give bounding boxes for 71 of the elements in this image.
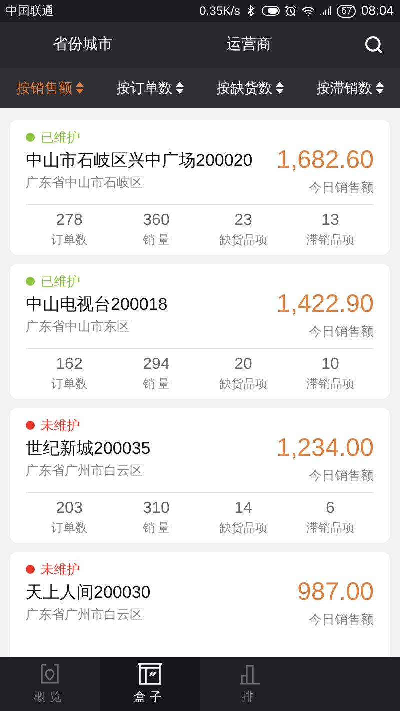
stat-value: 10 (322, 355, 340, 375)
store-card[interactable]: 已维护 中山市石岐区兴中广场200020 广东省中山市石岐区 1,682.60 今日销售额 278 订单数 360 销 量 23 缺货品项 13 滞销品项 (10, 120, 390, 255)
cabinet-icon (137, 662, 163, 686)
store-address: 广东省中山市石岐区 (26, 174, 144, 190)
stat-label: 销 量 (142, 520, 170, 537)
maintenance-status: 未维护 (41, 417, 80, 435)
sort-icon (376, 82, 384, 94)
store-card[interactable]: 已维护 中山电视台200018 广东省中山市东区 1,422.90 今日销售额 162 订单数 294 销 量 20 缺货品项 10 滞销品项 (10, 264, 390, 399)
stat-label: 订单数 (52, 520, 88, 537)
store-name: 中山电视台200018 (26, 294, 168, 316)
signal-icon (320, 5, 332, 17)
sales-label: 今日销售额 (309, 467, 374, 484)
clock-time: 08:04 (361, 2, 394, 20)
stat-label: 销 量 (142, 376, 170, 393)
toggle-icon (262, 6, 280, 16)
sort-tab[interactable]: 按缺货数 (200, 78, 300, 98)
stat-label: 滞销品项 (306, 520, 354, 537)
stat-value: 278 (56, 211, 83, 231)
store-address: 广东省中山市东区 (26, 318, 131, 334)
store-name: 中山市石岐区兴中广场200020 (26, 150, 253, 172)
store-card[interactable]: 未维护 天上人间200030 广东省广州市白云区 987.00 今日销售额 (10, 552, 390, 657)
sort-icon (276, 82, 284, 94)
store-address: 广东省广州市白云区 (26, 462, 144, 478)
store-name: 天上人间200030 (26, 582, 151, 604)
stat-value: 20 (234, 355, 252, 375)
stat-value: 203 (56, 499, 83, 519)
sales-label: 今日销售额 (309, 179, 374, 196)
battery-level: 67 (337, 4, 356, 18)
store-card[interactable]: 未维护 世纪新城200035 广东省广州市白云区 1,234.00 今日销售额 203 订单数 310 销 量 14 缺货品项 6 滞销品项 (10, 408, 390, 543)
stat-label: 缺货品项 (220, 232, 268, 249)
stat-label: 订单数 (52, 232, 88, 249)
stat-value: 23 (234, 211, 252, 231)
network-speed: 0.35K/s (200, 3, 240, 20)
stat-label: 销 量 (142, 232, 170, 249)
stat-value: 294 (143, 355, 170, 375)
sort-tab[interactable]: 按订单数 (100, 78, 200, 98)
stat-value: 14 (234, 499, 252, 519)
sales-label: 今日销售额 (309, 611, 374, 628)
maintenance-status: 已维护 (41, 129, 80, 147)
maintenance-status: 未维护 (41, 561, 80, 579)
wifi-icon (302, 4, 316, 18)
stat-value: 162 (56, 355, 83, 375)
store-name: 世纪新城200035 (26, 438, 151, 460)
maintenance-status: 已维护 (41, 273, 80, 291)
sales-label: 今日销售额 (309, 323, 374, 340)
stat-label: 缺货品项 (220, 520, 268, 537)
sort-icon (176, 82, 184, 94)
sort-tab[interactable]: 按销售额 (0, 78, 100, 98)
stat-label: 缺货品项 (220, 376, 268, 393)
bar-chart-icon (238, 662, 262, 686)
sort-icon (76, 82, 84, 94)
store-address: 广东省广州市白云区 (26, 606, 144, 622)
alarm-icon (285, 5, 298, 17)
stat-label: 滞销品项 (306, 232, 354, 249)
stat-value: 310 (143, 499, 170, 519)
stat-value: 13 (322, 211, 340, 231)
sort-tab[interactable]: 按滞销数 (300, 78, 400, 98)
stat-label: 订单数 (52, 376, 88, 393)
stat-label: 滞销品项 (306, 376, 354, 393)
stat-value: 6 (326, 499, 335, 519)
sales-amount: 1,234.00 (276, 432, 374, 464)
sales-amount: 987.00 (298, 576, 374, 608)
search-icon[interactable] (364, 35, 384, 55)
header-tab[interactable]: 省份城市 (0, 34, 166, 56)
stat-value: 360 (143, 211, 170, 231)
carrier-name: 中国联通 (6, 3, 54, 20)
sales-amount: 1,422.90 (276, 288, 374, 320)
bottom-tab[interactable]: 盒子 (100, 657, 200, 711)
sales-amount: 1,682.60 (276, 144, 374, 176)
location-frame-icon (38, 662, 62, 686)
header-tab[interactable]: 运营商 (166, 34, 332, 56)
